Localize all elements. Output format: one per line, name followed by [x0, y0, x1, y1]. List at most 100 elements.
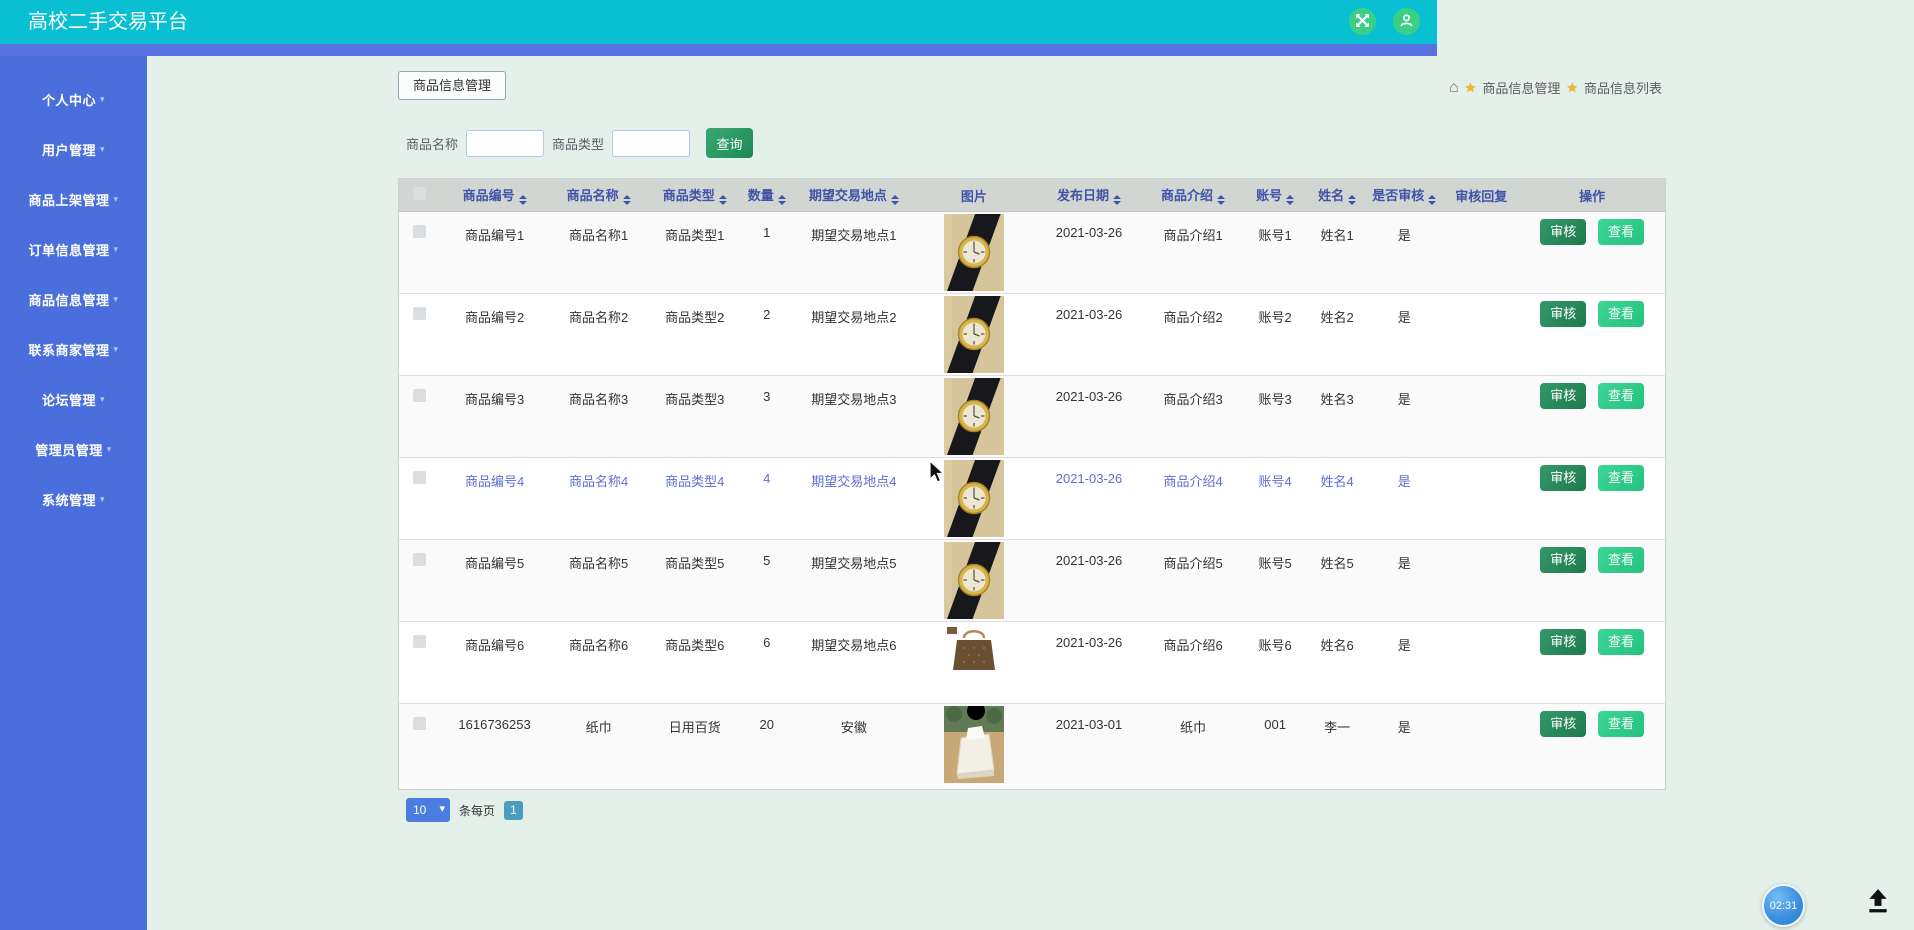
- product-image-watch: [944, 378, 1004, 455]
- page-size-select-wrap: 10: [406, 798, 450, 822]
- cell-name: 姓名2: [1309, 294, 1365, 376]
- audit-button[interactable]: 审核: [1540, 383, 1586, 409]
- row-checkbox[interactable]: [413, 225, 426, 238]
- cell-quantity: 2: [741, 294, 793, 376]
- view-button[interactable]: 查看: [1598, 301, 1644, 327]
- cell-publish-date: 2021-03-26: [1033, 212, 1145, 294]
- sidebar-item-order-info-management[interactable]: 订单信息管理: [0, 224, 147, 274]
- row-checkbox[interactable]: [413, 635, 426, 648]
- audit-button[interactable]: 审核: [1540, 465, 1586, 491]
- column-header-audited[interactable]: 是否审核: [1365, 179, 1443, 212]
- sidebar-item-system-management[interactable]: 系统管理: [0, 474, 147, 524]
- user-icon: [1399, 13, 1414, 31]
- sidebar-item-personal-center[interactable]: 个人中心: [0, 74, 147, 124]
- view-button[interactable]: 查看: [1598, 465, 1644, 491]
- recording-timer-badge[interactable]: 02:31: [1762, 884, 1805, 927]
- cell-publish-date: 2021-03-26: [1033, 540, 1145, 622]
- cell-trade-place: 期望交易地点2: [793, 294, 915, 376]
- cell-name: 姓名4: [1309, 458, 1365, 540]
- cell-product-intro: 商品介绍2: [1145, 294, 1241, 376]
- column-header-quantity[interactable]: 数量: [741, 179, 793, 212]
- view-button[interactable]: 查看: [1598, 383, 1644, 409]
- sidebar-item-user-management[interactable]: 用户管理: [0, 124, 147, 174]
- column-label: 商品名称: [567, 188, 619, 203]
- page-size-select[interactable]: 10: [406, 798, 450, 822]
- view-button[interactable]: 查看: [1598, 629, 1644, 655]
- sidebar-item-contact-merchant-management[interactable]: 联系商家管理: [0, 324, 147, 374]
- sidebar-item-product-info-management[interactable]: 商品信息管理: [0, 274, 147, 324]
- column-header-product-id[interactable]: 商品编号: [441, 179, 549, 212]
- cell-account: 账号6: [1241, 622, 1309, 704]
- page-number-button[interactable]: 1: [504, 801, 523, 820]
- fullscreen-button[interactable]: [1349, 8, 1376, 35]
- breadcrumb-item-product-info-list[interactable]: 商品信息列表: [1584, 78, 1662, 97]
- cell-product-type: 日用百货: [649, 704, 741, 790]
- cell-account: 账号5: [1241, 540, 1309, 622]
- view-button[interactable]: 查看: [1598, 219, 1644, 245]
- cell-image: [915, 294, 1033, 376]
- caret-down-icon: [100, 394, 105, 405]
- sidebar-item-product-listing-management[interactable]: 商品上架管理: [0, 174, 147, 224]
- cell-product-id: 商品编号3: [441, 376, 549, 458]
- breadcrumb-item-product-info-management[interactable]: 商品信息管理: [1482, 78, 1560, 97]
- column-header-name[interactable]: 姓名: [1309, 179, 1365, 212]
- product-name-input[interactable]: [466, 130, 544, 157]
- select-all-checkbox[interactable]: [413, 187, 426, 200]
- search-bar: 商品名称 商品类型 查询: [406, 128, 753, 158]
- audit-button[interactable]: 审核: [1540, 219, 1586, 245]
- header-subbar: [0, 44, 1437, 56]
- column-label: 操作: [1579, 189, 1605, 204]
- upload-button[interactable]: [1864, 888, 1892, 917]
- fullscreen-arrows-icon: [1355, 13, 1370, 31]
- cell-audit-reply: [1443, 704, 1519, 790]
- cell-trade-place: 期望交易地点4: [793, 458, 915, 540]
- view-button[interactable]: 查看: [1598, 547, 1644, 573]
- cell-trade-place: 期望交易地点1: [793, 212, 915, 294]
- product-image-watch: [944, 460, 1004, 537]
- row-checkbox[interactable]: [413, 717, 426, 730]
- app-title: 高校二手交易平台: [28, 0, 188, 44]
- column-header-account[interactable]: 账号: [1241, 179, 1309, 212]
- cell-product-name: 纸巾: [549, 704, 649, 790]
- column-header-product-intro[interactable]: 商品介绍: [1145, 179, 1241, 212]
- user-button[interactable]: [1393, 8, 1420, 35]
- product-name-label: 商品名称: [406, 134, 458, 153]
- home-icon[interactable]: ⌂: [1449, 79, 1459, 97]
- caret-down-icon: [100, 144, 105, 155]
- cell-product-name: 商品名称3: [549, 376, 649, 458]
- cell-audited: 是: [1365, 704, 1443, 790]
- sidebar-item-label: 商品上架管理: [28, 190, 109, 209]
- column-header-product-name[interactable]: 商品名称: [549, 179, 649, 212]
- sort-icon: [1348, 195, 1356, 205]
- view-button[interactable]: 查看: [1598, 711, 1644, 737]
- column-label: 商品介绍: [1161, 188, 1213, 203]
- audit-button[interactable]: 审核: [1540, 711, 1586, 737]
- column-header-product-type[interactable]: 商品类型: [649, 179, 741, 212]
- query-button[interactable]: 查询: [706, 128, 753, 158]
- cell-trade-place: 期望交易地点3: [793, 376, 915, 458]
- cell-actions: 审核 查看: [1519, 376, 1665, 458]
- cell-audited: 是: [1365, 376, 1443, 458]
- audit-button[interactable]: 审核: [1540, 629, 1586, 655]
- row-checkbox[interactable]: [413, 307, 426, 320]
- sort-icon: [1217, 195, 1225, 205]
- column-header-publish-date[interactable]: 发布日期: [1033, 179, 1145, 212]
- audit-button[interactable]: 审核: [1540, 547, 1586, 573]
- star-icon: ★: [1465, 80, 1477, 96]
- sidebar-item-label: 用户管理: [42, 140, 96, 159]
- row-checkbox[interactable]: [413, 553, 426, 566]
- audit-button[interactable]: 审核: [1540, 301, 1586, 327]
- row-checkbox[interactable]: [413, 389, 426, 402]
- cell-product-type: 商品类型1: [649, 212, 741, 294]
- product-type-input[interactable]: [612, 130, 690, 157]
- cell-select: [399, 376, 441, 458]
- table-row: 1616736253 纸巾 日用百货 20 安徽 2021-03-01 纸巾 0…: [399, 704, 1666, 790]
- cell-audit-reply: [1443, 376, 1519, 458]
- sidebar-item-admin-management[interactable]: 管理员管理: [0, 424, 147, 474]
- row-checkbox[interactable]: [413, 471, 426, 484]
- sidebar-item-forum-management[interactable]: 论坛管理: [0, 374, 147, 424]
- tab-product-info-management[interactable]: 商品信息管理: [398, 71, 506, 100]
- column-header-trade-place[interactable]: 期望交易地点: [793, 179, 915, 212]
- sort-icon: [1286, 195, 1294, 205]
- table-row: 商品编号3 商品名称3 商品类型3 3 期望交易地点3 2021-03-26 商…: [399, 376, 1666, 458]
